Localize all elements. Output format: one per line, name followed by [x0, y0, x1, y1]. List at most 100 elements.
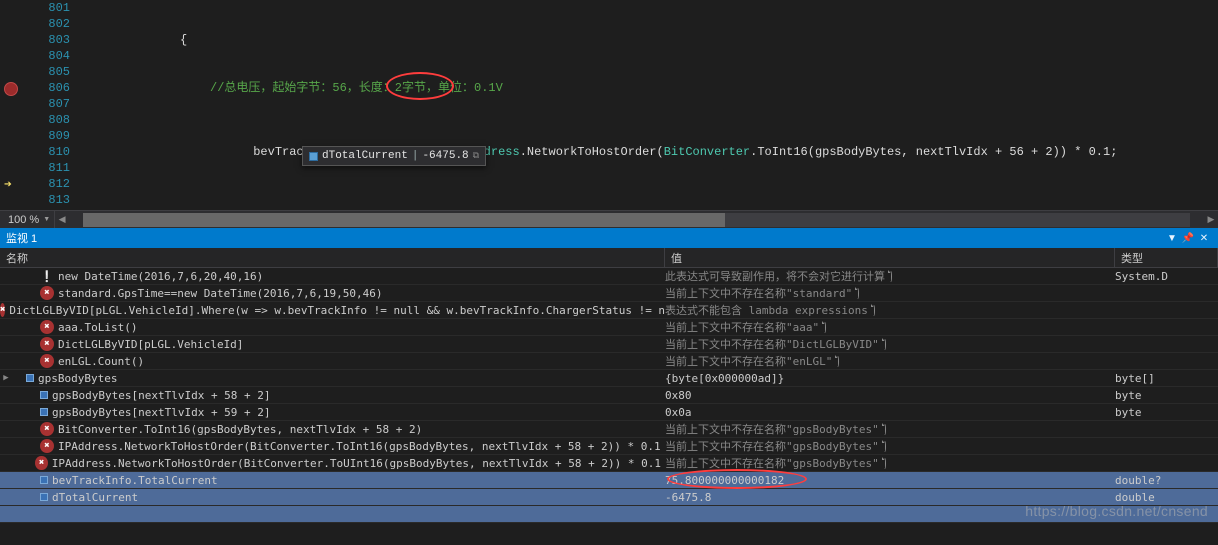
- watch-name-cell[interactable]: ✖enLGL.Count(): [0, 354, 665, 368]
- code-text: BitConverter: [664, 145, 750, 159]
- watch-row[interactable]: ✖IPAddress.NetworkToHostOrder(BitConvert…: [0, 438, 1218, 455]
- watch-value-cell[interactable]: 当前上下文中不存在名称"gpsBodyBytes": [665, 438, 1115, 454]
- watch-value-cell[interactable]: 当前上下文中不存在名称"aaa": [665, 319, 1115, 335]
- column-header-type[interactable]: 类型: [1115, 248, 1218, 267]
- code-text-area[interactable]: { //总电压，起始字节：56，长度：2字节，单位：0.1V bevTrackI…: [80, 0, 1218, 210]
- scroll-left-button[interactable]: ◀: [55, 214, 69, 225]
- watch-row[interactable]: ✖standard.GpsTime==new DateTime(2016,7,6…: [0, 285, 1218, 302]
- error-icon: ✖: [35, 456, 47, 470]
- watch-value: -6475.8: [665, 491, 711, 504]
- watch-row[interactable]: ✖IPAddress.NetworkToHostOrder(BitConvert…: [0, 455, 1218, 472]
- line-number: 812: [30, 176, 70, 192]
- error-icon: ✖: [40, 439, 54, 453]
- code-text: .ToInt16(gpsBodyBytes, nextTlvIdx + 56 +…: [750, 145, 1117, 159]
- watch-row[interactable]: ✖enLGL.Count()当前上下文中不存在名称"enLGL": [0, 353, 1218, 370]
- watch-row[interactable]: gpsBodyBytes[nextTlvIdx + 58 + 2]0x80byt…: [0, 387, 1218, 404]
- dropdown-button[interactable]: ▼: [1164, 233, 1180, 244]
- watch-value-cell[interactable]: 0x0a: [665, 406, 1115, 419]
- warning-icon: ❕: [40, 269, 54, 283]
- watch-value-cell[interactable]: 表达式不能包含 lambda expressions: [665, 302, 1115, 318]
- line-number: 801: [30, 0, 70, 16]
- pin-button[interactable]: 📌: [1180, 233, 1196, 244]
- watch-row[interactable]: gpsBodyBytes[nextTlvIdx + 59 + 2]0x0abyt…: [0, 404, 1218, 421]
- watch-value: 此表达式可导致副作用，将不会对它进行计算: [665, 270, 885, 283]
- field-icon: [40, 391, 48, 399]
- watch-row[interactable]: ✖BitConverter.ToInt16(gpsBodyBytes, next…: [0, 421, 1218, 438]
- watch-expression: enLGL.Count(): [58, 355, 144, 368]
- column-header-label: 类型: [1121, 250, 1143, 266]
- watch-value-cell[interactable]: 当前上下文中不存在名称"gpsBodyBytes": [665, 421, 1115, 437]
- datatip-value: -6475.8: [422, 148, 468, 164]
- watch-name-cell[interactable]: ✖IPAddress.NetworkToHostOrder(BitConvert…: [0, 439, 665, 453]
- watch-value-cell[interactable]: 当前上下文中不存在名称"DictLGLByVID": [665, 336, 1115, 352]
- watch-title-text: 监视 1: [6, 230, 37, 246]
- watch-expression: dTotalCurrent: [52, 491, 138, 504]
- debug-datatip[interactable]: dTotalCurrent | -6475.8 ⧉: [302, 146, 486, 166]
- watch-name-cell[interactable]: gpsBodyBytes[nextTlvIdx + 59 + 2]: [0, 406, 665, 419]
- watch-value-cell[interactable]: 当前上下文中不存在名称"gpsBodyBytes": [665, 455, 1115, 471]
- close-button[interactable]: ✕: [1196, 233, 1212, 244]
- watch-expression: gpsBodyBytes: [38, 372, 117, 385]
- watch-row[interactable]: ✖DictLGLByVID[pLGL.VehicleId].Where(w =>…: [0, 302, 1218, 319]
- watch-expression: DictLGLByVID[pLGL.VehicleId]: [58, 338, 243, 351]
- column-header-name[interactable]: 名称: [0, 248, 665, 267]
- watch-value-cell[interactable]: 此表达式可导致副作用，将不会对它进行计算: [665, 268, 1115, 284]
- watch-row[interactable]: ✖aaa.ToList()当前上下文中不存在名称"aaa": [0, 319, 1218, 336]
- code-editor[interactable]: ➔ 801 802 803 804 805 806 807 808 809 81…: [0, 0, 1218, 210]
- scrollbar-thumb[interactable]: [83, 213, 725, 227]
- watch-name-cell[interactable]: dTotalCurrent: [0, 491, 665, 504]
- scroll-right-button[interactable]: ▶: [1204, 214, 1218, 225]
- watch-value: 表达式不能包含 lambda expressions: [665, 304, 868, 317]
- watch-name-cell[interactable]: gpsBodyBytes[nextTlvIdx + 58 + 2]: [0, 389, 665, 402]
- watermark-text: https://blog.csdn.net/cnsend: [1025, 503, 1208, 519]
- watch-value-cell[interactable]: 当前上下文中不存在名称"standard": [665, 285, 1115, 301]
- watch-type-cell: double?: [1115, 474, 1218, 487]
- watch-row[interactable]: ❕new DateTime(2016,7,6,20,40,16)此表达式可导致副…: [0, 268, 1218, 285]
- watch-panel: 监视 1 ▼ 📌 ✕ 名称 值 类型 ❕new DateTime(2016,7,…: [0, 228, 1218, 525]
- error-icon: ✖: [40, 286, 54, 300]
- execution-pointer-icon: ➔: [4, 178, 18, 192]
- watch-expression: bevTrackInfo.TotalCurrent: [52, 474, 218, 487]
- error-icon: ✖: [0, 303, 5, 317]
- datatip-name: dTotalCurrent: [322, 148, 408, 164]
- watch-value: 当前上下文中不存在名称"gpsBodyBytes": [665, 440, 879, 453]
- line-number: 806: [30, 80, 70, 96]
- chevron-down-icon[interactable]: ▼: [43, 216, 50, 223]
- watch-name-cell[interactable]: ✖standard.GpsTime==new DateTime(2016,7,6…: [0, 286, 665, 300]
- watch-name-cell[interactable]: ✖ DictLGLByVID[pLGL.VehicleId]: [0, 337, 665, 351]
- watch-titlebar[interactable]: 监视 1 ▼ 📌 ✕: [0, 228, 1218, 248]
- zoom-combo[interactable]: 100 % ▼: [0, 211, 55, 228]
- expander-icon[interactable]: ▶: [0, 373, 12, 383]
- column-header-value[interactable]: 值: [665, 248, 1115, 267]
- watch-name-cell[interactable]: ✖DictLGLByVID[pLGL.VehicleId].Where(w =>…: [0, 303, 665, 317]
- watch-body[interactable]: ❕new DateTime(2016,7,6,20,40,16)此表达式可导致副…: [0, 268, 1218, 525]
- line-number: 802: [30, 16, 70, 32]
- watch-name-cell[interactable]: bevTrackInfo.TotalCurrent: [0, 474, 665, 487]
- code-comment: //总电压，起始字节：56，长度：2字节，单位：0.1V: [210, 81, 503, 95]
- watch-row[interactable]: ✖ DictLGLByVID[pLGL.VehicleId] 当前上下文中不存在名称…: [0, 336, 1218, 353]
- pin-icon[interactable]: ⧉: [473, 148, 479, 164]
- watch-value-cell[interactable]: 0x80: [665, 389, 1115, 402]
- breakpoint-gutter[interactable]: ➔: [0, 0, 30, 210]
- watch-name-cell[interactable]: ❕new DateTime(2016,7,6,20,40,16): [0, 269, 665, 283]
- watch-expression: aaa.ToList(): [58, 321, 137, 334]
- line-number: 810: [30, 144, 70, 160]
- watch-value: 当前上下文中不存在名称"gpsBodyBytes": [665, 423, 879, 436]
- watch-row[interactable]: ▶gpsBodyBytes{byte[0x000000ad]}byte[]: [0, 370, 1218, 387]
- field-icon: [40, 408, 48, 416]
- error-icon: ✖: [40, 337, 54, 351]
- field-icon: [26, 374, 34, 382]
- watch-value-cell[interactable]: -6475.8: [665, 491, 1115, 504]
- horizontal-scrollbar[interactable]: [83, 213, 1190, 227]
- watch-name-cell[interactable]: ▶ gpsBodyBytes: [0, 372, 665, 385]
- breakpoint-marker-icon[interactable]: [4, 82, 18, 96]
- watch-name-cell[interactable]: ✖IPAddress.NetworkToHostOrder(BitConvert…: [0, 456, 665, 470]
- watch-name-cell[interactable]: ✖aaa.ToList(): [0, 320, 665, 334]
- watch-value: 当前上下文中不存在名称"enLGL": [665, 355, 832, 368]
- watch-value-cell[interactable]: {byte[0x000000ad]}: [665, 372, 1115, 385]
- watch-value: 当前上下文中不存在名称"standard": [665, 287, 852, 300]
- watch-name-cell[interactable]: ✖BitConverter.ToInt16(gpsBodyBytes, next…: [0, 422, 665, 436]
- watch-value-cell[interactable]: 75.800000000000182: [665, 474, 1115, 487]
- watch-value-cell[interactable]: 当前上下文中不存在名称"enLGL": [665, 353, 1115, 369]
- watch-row[interactable]: bevTrackInfo.TotalCurrent 75.800000000000…: [0, 472, 1218, 489]
